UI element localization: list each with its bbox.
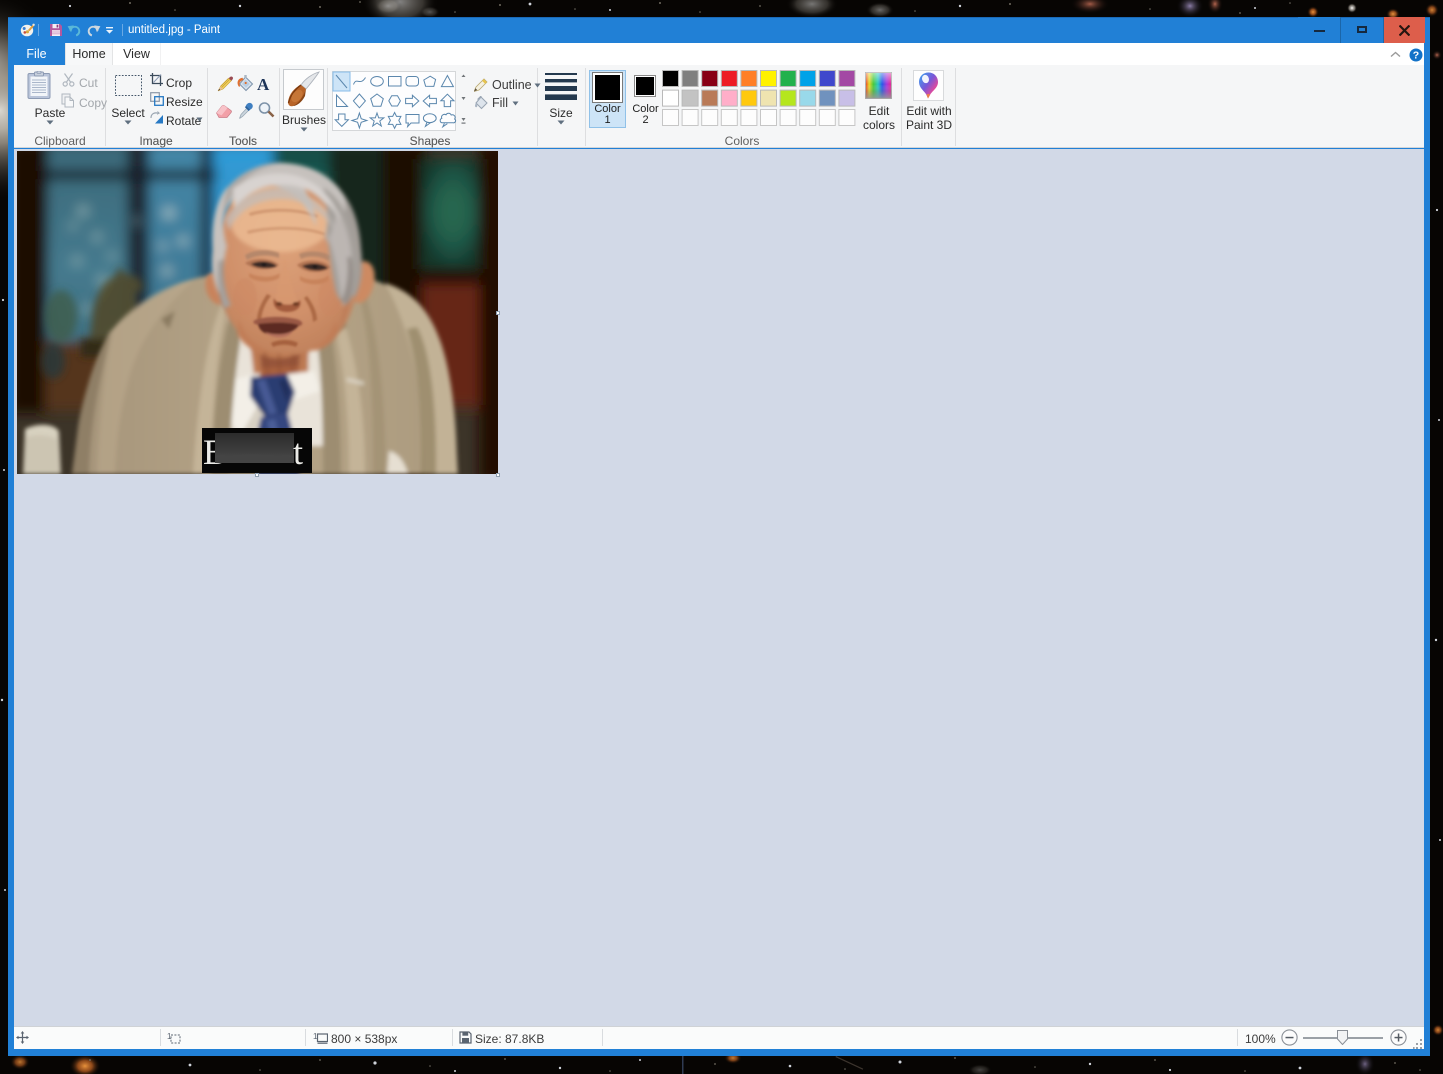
svg-text:A: A — [257, 75, 270, 94]
svg-text:t: t — [293, 432, 303, 472]
svg-text:?: ? — [1413, 50, 1419, 62]
